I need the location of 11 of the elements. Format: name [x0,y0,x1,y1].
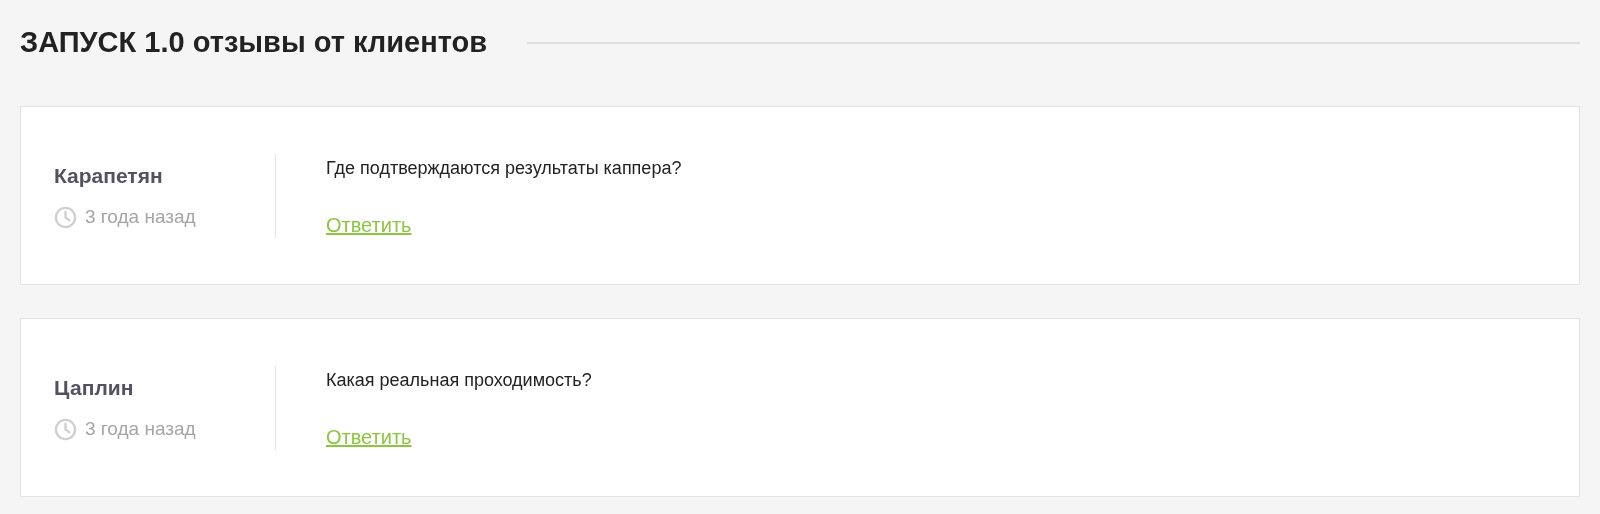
review-text: Где подтверждаются результаты каппера? [326,157,682,180]
clock-icon [54,205,77,229]
author-name: Карапетян [54,162,164,189]
time-ago: 3 года назад [85,417,196,441]
reply-link[interactable]: Ответить [326,422,412,452]
reply-link[interactable]: Ответить [326,210,412,240]
review-text: Какая реальная проходимость? [326,369,592,392]
author-name: Цаплин [54,374,135,401]
clock-icon [54,417,77,441]
time-ago: 3 года назад [85,205,196,229]
page-title: ЗАПУСК 1.0 отзывы от клиентов [20,25,488,61]
